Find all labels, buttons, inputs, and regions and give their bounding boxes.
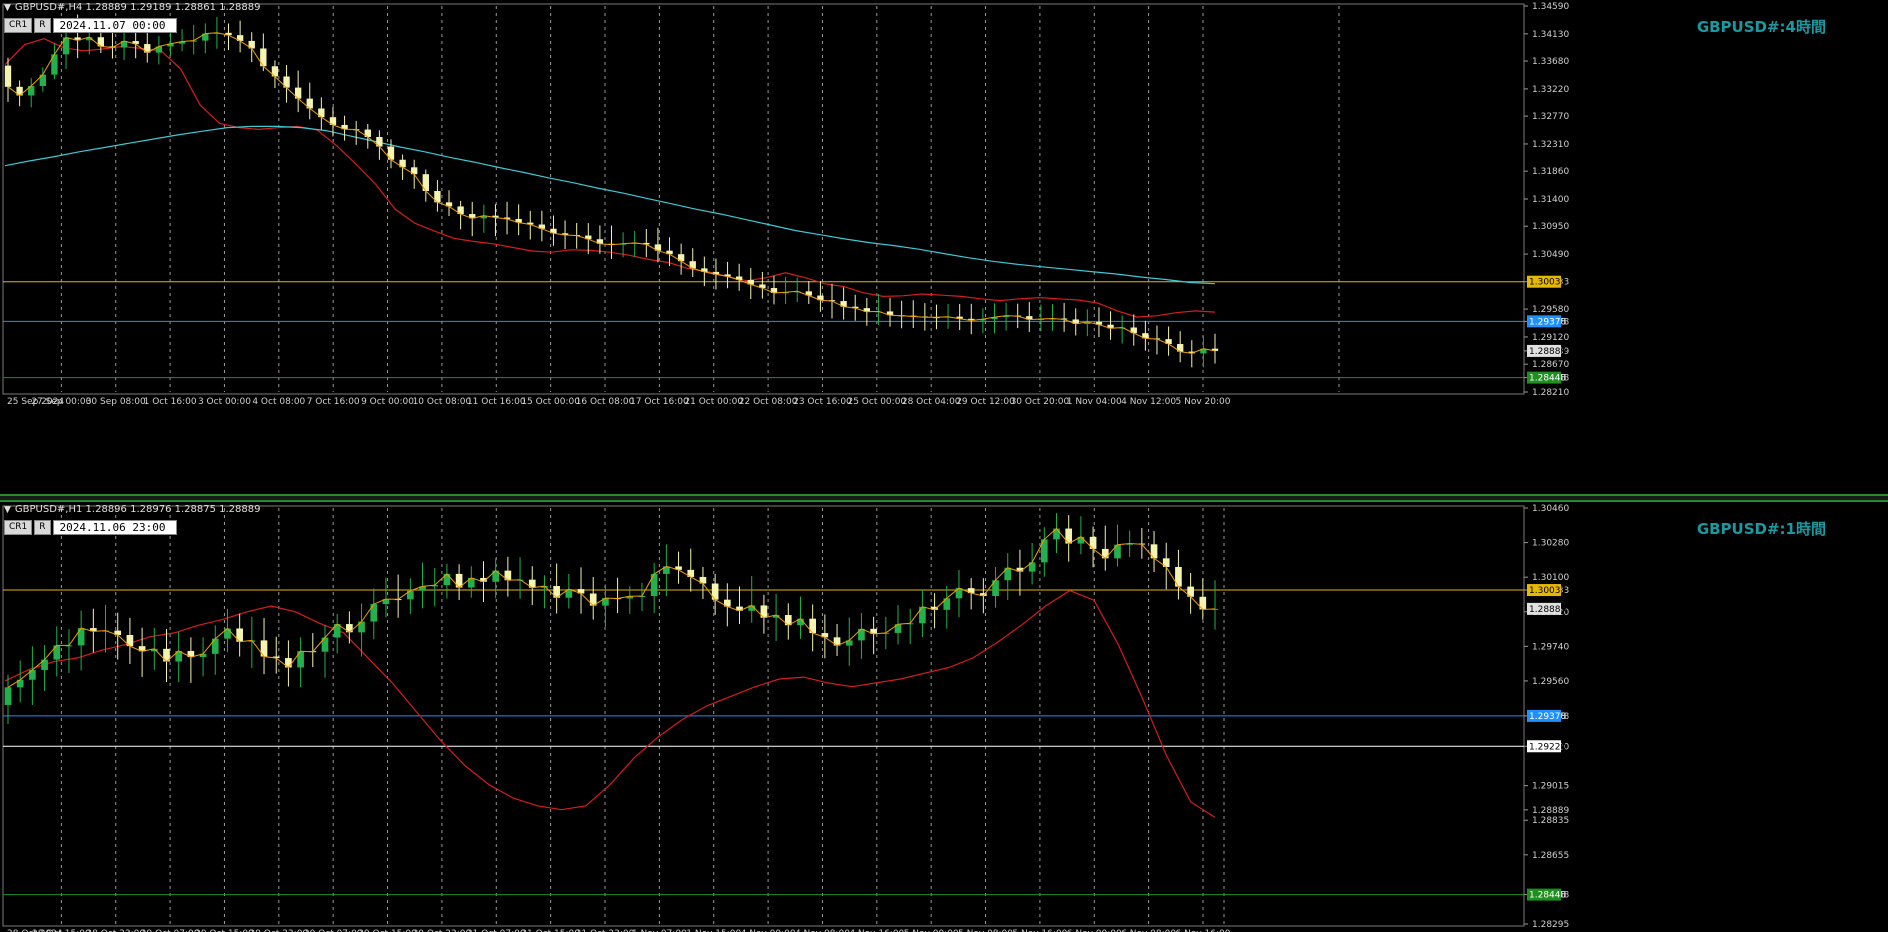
y-tick-label: 1.28835	[1532, 816, 1569, 826]
x-tick-label: 29 Oct 12:00	[956, 397, 1015, 407]
plot-frame	[2, 3, 1525, 395]
x-tick-label: 7 Oct 16:00	[307, 397, 360, 407]
y-tick-label: 1.34130	[1532, 30, 1569, 40]
y-tick-label: 1.33680	[1532, 57, 1569, 67]
x-tick-label: 17 Oct 16:00	[630, 397, 689, 407]
x-tick-label: 30 Oct 20:00	[1011, 397, 1070, 407]
h1-r-button[interactable]: R	[34, 520, 51, 535]
h1-pane-title: GBPUSD#:1時間	[1696, 520, 1826, 538]
y-tick-label: 1.29560	[1532, 677, 1569, 687]
level-price-label: 1.28448	[1529, 374, 1566, 384]
collapse-triangle-icon[interactable]: ▼	[4, 3, 11, 13]
level-price-label: 1.29378	[1529, 317, 1566, 327]
x-tick-label: 3 Oct 00:00	[198, 397, 251, 407]
x-tick-label: 9 Oct 00:00	[361, 397, 414, 407]
y-tick-label: 1.30950	[1532, 222, 1569, 232]
x-tick-label: 22 Oct 08:00	[739, 397, 798, 407]
h1-chart-canvas[interactable]: 28 Oct 202428 Oct 15:0028 Oct 23:0029 Oc…	[0, 502, 1888, 932]
price-path-line	[7, 527, 1216, 688]
level-price-label: 1.29220	[1529, 742, 1566, 752]
y-tick-label: 1.31860	[1532, 167, 1569, 177]
x-tick-label: 21 Oct 00:00	[684, 397, 743, 407]
y-tick-label: 1.28655	[1532, 851, 1569, 861]
price-path-line	[7, 32, 1216, 354]
x-tick-label: 28 Oct 04:00	[902, 397, 961, 407]
h1-symbol-header: ▼ GBPUSD#,H1 1.28896 1.28976 1.28875 1.28…	[4, 504, 261, 515]
y-tick-label: 1.30490	[1532, 250, 1569, 260]
level-price-label: 1.30033	[1529, 586, 1566, 596]
y-tick-label: 1.33220	[1532, 85, 1569, 95]
y-tick-label: 1.32770	[1532, 112, 1569, 122]
pane-separator[interactable]	[0, 494, 1888, 502]
h1-cr-button[interactable]: CR1	[4, 520, 33, 535]
moving-average-line	[4, 125, 1216, 285]
bull-candle	[4, 687, 12, 705]
h1-header-text: GBPUSD#,H1 1.28896 1.28976 1.28875 1.288…	[14, 504, 261, 515]
h4-r-button[interactable]: R	[34, 18, 51, 33]
x-tick-label: 10 Oct 08:00	[413, 397, 472, 407]
h1-datetime-field[interactable]: 2024.11.06 23:00	[52, 520, 177, 535]
h4-chart-canvas[interactable]: 25 Sep 202427 Sep 00:0030 Sep 08:001 Oct…	[0, 0, 1888, 494]
y-tick-label: 1.31400	[1532, 195, 1569, 205]
x-tick-label: 27 Sep 00:00	[31, 397, 91, 407]
x-tick-label: 1 Nov 04:00	[1067, 397, 1122, 407]
moving-average-line	[4, 589, 1216, 818]
x-tick-label: 4 Oct 08:00	[252, 397, 305, 407]
y-tick-label: 1.28210	[1532, 388, 1569, 398]
collapse-triangle-icon[interactable]: ▼	[4, 505, 11, 515]
level-price-label: 1.28448	[1529, 891, 1566, 901]
y-tick-label: 1.29580	[1532, 305, 1569, 315]
h4-datetime-field[interactable]: 2024.11.07 00:00	[52, 18, 177, 33]
h1-chart-pane[interactable]: 28 Oct 202428 Oct 15:0028 Oct 23:0029 Oc…	[0, 502, 1888, 932]
x-tick-label: 30 Sep 08:00	[86, 397, 146, 407]
h4-symbol-header: ▼ GBPUSD#,H4 1.28889 1.29189 1.28861 1.28…	[4, 2, 261, 13]
x-tick-label: 23 Oct 16:00	[793, 397, 852, 407]
y-tick-label: 1.30460	[1532, 504, 1569, 514]
x-tick-label: 15 Oct 00:00	[521, 397, 580, 407]
x-tick-label: 4 Nov 12:00	[1121, 397, 1176, 407]
h4-pane-title: GBPUSD#:4時間	[1696, 18, 1826, 36]
bear-candle	[4, 65, 12, 87]
h4-cr-button[interactable]: CR1	[4, 18, 33, 33]
h4-chart-pane[interactable]: 25 Sep 2024 27 Sep 00:00 30 Sep 08:00 1 Oct…	[0, 0, 1888, 494]
y-tick-label: 1.29120	[1532, 333, 1569, 343]
x-tick-label: 25 Oct 00:00	[847, 397, 906, 407]
y-tick-label: 1.29740	[1532, 642, 1569, 652]
y-tick-label: 1.30280	[1532, 539, 1569, 549]
h1-crosshair-info: CR1 R 2024.11.06 23:00	[4, 520, 177, 535]
current-price-label: 1.28889	[1529, 347, 1566, 357]
y-tick-label: 1.28889	[1532, 806, 1569, 816]
x-tick-label: 11 Oct 16:00	[467, 397, 526, 407]
level-price-label: 1.29378	[1529, 712, 1566, 722]
y-tick-label: 1.30100	[1532, 573, 1569, 583]
h4-header-text: GBPUSD#,H4 1.28889 1.29189 1.28861 1.288…	[14, 2, 261, 13]
y-tick-label: 1.28670	[1532, 360, 1569, 370]
x-tick-label: 1 Oct 16:00	[144, 397, 197, 407]
y-tick-label: 1.29015	[1532, 782, 1569, 792]
level-price-label: 1.30033	[1529, 278, 1566, 288]
moving-average-line	[4, 38, 1216, 318]
y-tick-label: 1.34590	[1532, 2, 1569, 12]
y-tick-label: 1.28295	[1532, 920, 1569, 930]
current-price-label: 1.28889	[1529, 605, 1566, 615]
y-tick-label: 1.32310	[1532, 140, 1569, 150]
x-tick-label: 5 Nov 20:00	[1176, 397, 1231, 407]
h4-crosshair-info: CR1 R 2024.11.07 00:00	[4, 18, 177, 33]
x-tick-label: 16 Oct 08:00	[576, 397, 635, 407]
